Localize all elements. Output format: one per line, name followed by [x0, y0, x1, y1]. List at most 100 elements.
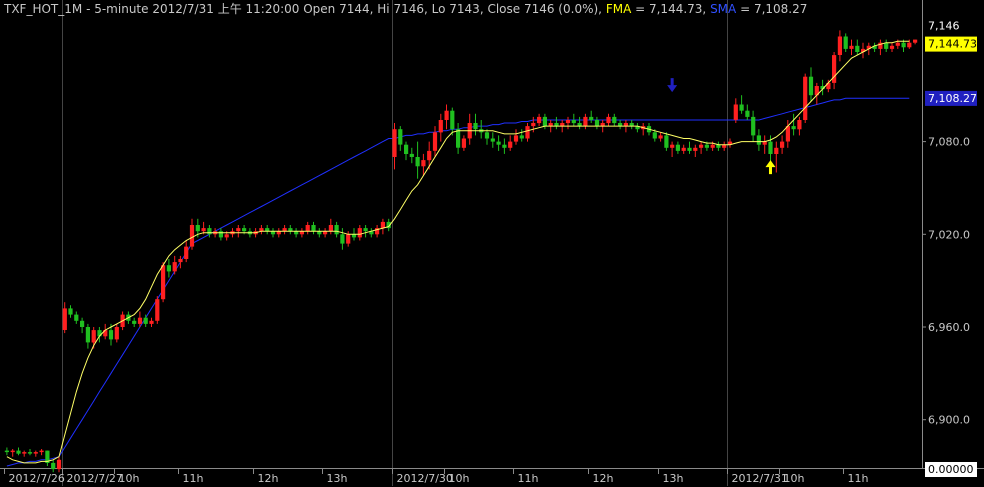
candle-body	[16, 450, 21, 454]
candle-body	[739, 104, 744, 111]
chart-header: TXF_HOT_1M - 5-minute 2012/7/31 上午 11:20…	[3, 2, 807, 16]
candle-body	[311, 225, 316, 232]
candle-body	[664, 135, 669, 148]
y-tick-label: 7,020.0	[928, 228, 970, 241]
candle-body	[594, 120, 600, 127]
candle-body	[774, 147, 779, 154]
candle-body	[421, 160, 426, 167]
candle-body	[843, 36, 848, 49]
candle-body	[143, 317, 148, 324]
candle-body	[242, 228, 247, 232]
price-chart[interactable]: 7,080.0 7,020.0 6,960.0 6,900.0 7,146 7,144.7…	[0, 0, 984, 487]
candle-body	[658, 135, 663, 139]
header-interval: 5-minute	[94, 2, 148, 16]
header-fma-label: FMA	[606, 2, 632, 16]
candle-body	[178, 259, 183, 263]
candle-body	[693, 147, 698, 151]
candle-body	[808, 76, 814, 96]
candle-body	[39, 450, 44, 453]
header-sma-value: = 7,108.27	[740, 2, 807, 16]
candle-body	[380, 221, 385, 229]
candle-body	[519, 135, 524, 139]
candle-body	[305, 225, 310, 232]
candle-body	[155, 299, 160, 321]
candle-body	[791, 126, 796, 130]
x-hour-label: 12h	[258, 472, 279, 485]
x-hour-label: 11h	[518, 472, 539, 485]
chart-background	[0, 0, 984, 487]
x-hour-label: 11h	[183, 472, 204, 485]
bottom-value-label: 0.00000	[928, 463, 974, 476]
candle-body	[68, 308, 73, 315]
candle-body	[675, 144, 680, 151]
candle-body	[427, 150, 432, 161]
candle-body	[91, 330, 96, 343]
candle-body	[218, 231, 223, 238]
candle-body	[166, 265, 171, 272]
candle-body	[404, 144, 409, 154]
candle-body	[33, 452, 38, 454]
header-close: Close 7146 (0.0%)	[487, 2, 598, 16]
last-price-label: 7,146	[928, 20, 960, 33]
x-hour-label: 13h	[663, 472, 684, 485]
candle-body	[438, 120, 443, 133]
candle-body	[137, 317, 143, 324]
candle-body	[195, 225, 200, 232]
candle-body	[542, 116, 547, 127]
candle-body	[444, 110, 449, 120]
candle-body	[473, 123, 478, 130]
candle-body	[589, 116, 594, 120]
candle	[803, 73, 808, 123]
candle	[155, 296, 160, 324]
candle-body	[27, 452, 33, 454]
candle-body	[670, 144, 675, 148]
candle-body	[849, 45, 854, 49]
candle-body	[10, 450, 15, 453]
candle-body	[571, 120, 576, 124]
header-low: Lo 7143	[432, 2, 480, 16]
candle-body	[797, 120, 802, 130]
candle-body	[837, 36, 842, 55]
candle-body	[612, 116, 617, 124]
candle-body	[189, 225, 195, 247]
candle-body	[583, 116, 588, 127]
candle-body	[756, 135, 761, 145]
header-fma-value: = 7,144.73,	[635, 2, 706, 16]
x-date-label: 2012/7/26	[9, 472, 65, 485]
candle-body	[751, 116, 756, 136]
chart-canvas[interactable]: 7,080.0 7,020.0 6,960.0 6,900.0 7,146 7,144.7…	[0, 0, 984, 487]
candle-body	[172, 262, 177, 272]
candle-body	[884, 42, 889, 49]
candle-body	[531, 123, 536, 127]
candle-body	[490, 138, 495, 142]
candle-body	[357, 228, 362, 238]
candle-body	[132, 320, 137, 324]
candle-body	[207, 228, 212, 235]
candle-body	[363, 228, 368, 232]
x-hour-label: 12h	[593, 472, 614, 485]
candle-body	[699, 144, 704, 148]
y-tick-label: 6,960.0	[928, 321, 970, 334]
candle-body	[236, 228, 241, 232]
candle-body	[161, 265, 166, 300]
header-datetime: 2012/7/31 上午 11:20:00	[152, 2, 299, 16]
candle-body	[606, 116, 611, 124]
candle-body	[525, 126, 530, 139]
candle-body	[484, 132, 490, 139]
candle-body	[768, 141, 773, 154]
candle-body	[184, 246, 189, 259]
candle-body	[108, 330, 114, 340]
candle-body	[74, 314, 79, 321]
y-tick-label: 7,080.0	[928, 136, 970, 149]
candle-body	[409, 153, 414, 157]
x-hour-label: 10h	[784, 472, 805, 485]
candle-body	[392, 129, 397, 157]
candle-body	[907, 42, 912, 48]
candle-body	[4, 450, 9, 453]
candle-body	[85, 327, 90, 343]
x-hour-label: 10h	[449, 472, 470, 485]
fma-value-label: 7,144.73	[928, 38, 977, 51]
candle-body	[513, 135, 519, 142]
candle-body	[22, 452, 27, 454]
candle-body	[502, 144, 507, 148]
